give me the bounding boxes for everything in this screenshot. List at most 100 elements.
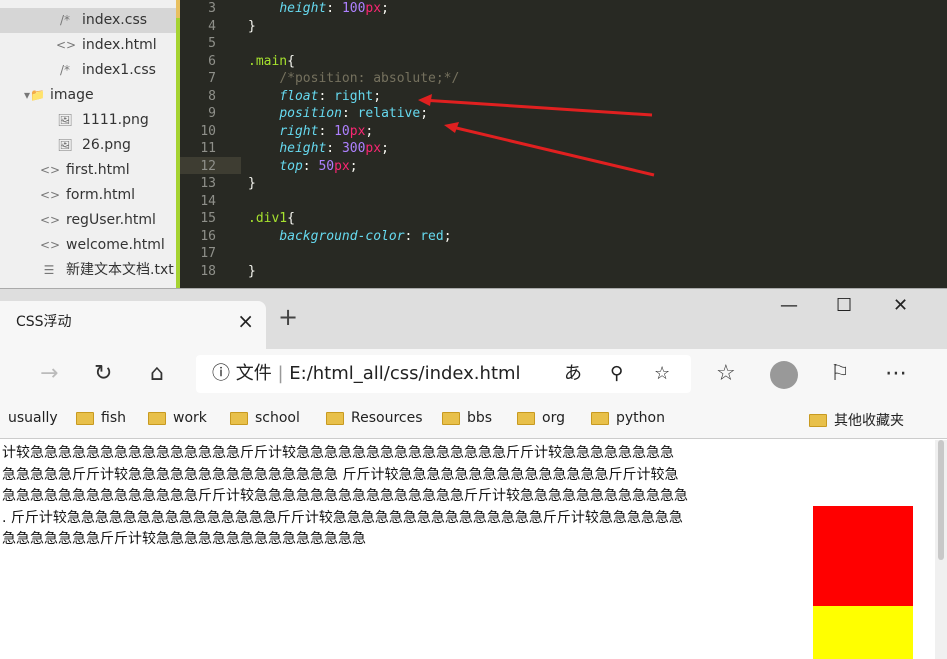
code-editor[interactable]: 3 height: 100px; 4} 5 6 .main{7 /*position: … — [180, 0, 947, 288]
line-number: 13 — [200, 176, 216, 191]
read-aloud-icon[interactable]: あ — [564, 355, 582, 393]
home-icon[interactable]: ⌂ — [150, 361, 164, 386]
file-item[interactable]: /* index.css — [0, 8, 176, 33]
file-label: 26.png — [82, 137, 131, 153]
bookmark-label: fish — [101, 410, 126, 426]
code-line: float: right; — [279, 88, 382, 104]
file-item[interactable]: ▾📁 image — [0, 83, 176, 108]
code-line: top: 50px; — [279, 158, 358, 174]
folder-icon — [442, 411, 460, 425]
file-item[interactable]: 🖼 1111.png — [0, 108, 176, 133]
tab-css-float[interactable]: CSS浮动 × — [0, 301, 266, 349]
bookmark-label: work — [173, 410, 207, 426]
code-line: /*position: absolute;*/ — [279, 71, 460, 86]
favorites-icon[interactable]: ☆ — [716, 361, 736, 386]
zoom-icon[interactable]: ⚲ — [610, 355, 623, 393]
scrollbar[interactable] — [935, 440, 947, 659]
line-number: 9 — [208, 106, 216, 121]
bookmark-bbs[interactable]: bbs — [442, 410, 492, 426]
file-label: index1.css — [82, 62, 156, 78]
line-number: 17 — [200, 246, 216, 261]
file-item[interactable]: 🖼 26.png — [0, 133, 176, 158]
address-prefix: 文件 — [235, 363, 272, 384]
line-number: 11 — [200, 141, 216, 156]
file-item[interactable]: <> regUser.html — [0, 208, 176, 233]
other-bookmarks[interactable]: 其他收藏夹 — [809, 410, 904, 430]
bookmark-usually[interactable]: usually — [8, 410, 58, 426]
info-icon: ⓘ — [212, 363, 236, 384]
line-number: 3 — [208, 1, 216, 16]
avatar[interactable] — [770, 361, 798, 389]
address-url: E:/html_all/css/index.html — [289, 363, 521, 384]
line-number: 7 — [208, 71, 216, 86]
<>-icon: <> — [40, 238, 61, 252]
file-label: welcome.html — [66, 237, 165, 253]
text-line: 急急急急急急急斤斤计较急急急急急急急急急急急急急急急 — [2, 531, 366, 547]
code-line: position: relative; — [279, 106, 429, 121]
code-line: } — [248, 263, 256, 279]
code-line: height: 300px; — [279, 141, 389, 156]
feedback-icon[interactable]: ⚐ — [830, 361, 850, 386]
code-line: height: 100px; — [279, 1, 389, 16]
red-box — [813, 506, 913, 606]
file-item[interactable]: <> index.html — [0, 33, 176, 58]
image-icon: 🖼 — [57, 113, 73, 127]
refresh-icon[interactable]: ↻ — [94, 361, 112, 386]
bookmark-label: 其他收藏夹 — [834, 413, 904, 429]
page-text: 计较急急急急急急急急急急急急急急急斤斤计较急急急急急急急急急急急急急急急斤斤计较… — [2, 443, 777, 551]
bookmark-org[interactable]: org — [517, 410, 565, 426]
file-tree: /* index.css <> index.html /* index1.css ▾📁 ima… — [0, 0, 176, 288]
bookmark-fish[interactable]: fish — [76, 410, 126, 426]
text-line: . 斤斤计较急急急急急急急急急急急急急急急斤斤计较急急急急急急急急急急急急急急急… — [2, 509, 683, 526]
folder-icon — [326, 411, 344, 425]
<>-icon: <> — [40, 163, 61, 177]
<>-icon: <> — [40, 188, 61, 202]
code-line: .main{ — [248, 53, 295, 69]
file-label: form.html — [66, 187, 135, 203]
text-line: 急急急急急斤斤计较急急急急急急急急急急急急急急急 斤斤计较急急急急急急急急急急急… — [2, 466, 679, 483]
<>-icon: <> — [56, 38, 77, 52]
code-line: } — [248, 176, 256, 191]
forward-icon[interactable]: → — [40, 361, 58, 386]
folder-icon — [76, 411, 94, 425]
text-icon: ☰ — [43, 263, 55, 277]
minimize-icon[interactable]: — — [780, 295, 798, 316]
maximize-icon[interactable]: ☐ — [836, 295, 852, 316]
file-label: first.html — [66, 162, 130, 178]
<>-icon: <> — [40, 213, 61, 227]
close-window-icon[interactable]: ✕ — [893, 295, 908, 316]
line-number: 4 — [208, 18, 216, 34]
line-number: 10 — [200, 123, 216, 139]
folder-icon — [591, 411, 609, 425]
bookmark-label: bbs — [467, 410, 493, 426]
bookmark-resources[interactable]: Resources — [326, 410, 423, 426]
bookmark-school[interactable]: school — [230, 410, 300, 426]
folder-icon — [517, 411, 535, 425]
file-label: image — [50, 87, 94, 103]
/*-icon: /* — [59, 13, 71, 27]
file-item[interactable]: <> form.html — [0, 183, 176, 208]
text-line: 急急急急急急急急急急急急急急斤斤计较急急急急急急急急急急急急急急急斤斤计较急急急… — [2, 488, 688, 504]
more-icon[interactable]: ⋯ — [885, 361, 907, 386]
file-label: regUser.html — [66, 212, 156, 228]
close-tab-icon[interactable]: × — [237, 309, 254, 333]
file-label: 新建文本文档.txt — [66, 262, 174, 278]
code-line: } — [248, 18, 256, 34]
bookmark-label: python — [616, 410, 665, 426]
tab-title: CSS浮动 — [16, 314, 72, 330]
file-item[interactable]: <> welcome.html — [0, 233, 176, 258]
file-item[interactable]: <> first.html — [0, 158, 176, 183]
new-tab-icon[interactable]: + — [278, 303, 298, 331]
folder-icon — [148, 411, 166, 425]
bookmark-python[interactable]: python — [591, 410, 665, 426]
image-icon: 🖼 — [57, 138, 73, 152]
line-number: 14 — [200, 193, 216, 209]
file-item[interactable]: ☰ 新建文本文档.txt — [0, 258, 176, 283]
bookmark-work[interactable]: work — [148, 410, 207, 426]
file-item[interactable]: /* index1.css — [0, 58, 176, 83]
favorite-star-icon[interactable]: ☆ — [654, 355, 670, 393]
line-number: 18 — [200, 263, 216, 279]
address-bar[interactable]: ⓘ 文件 | E:/html_all/css/index.html あ ⚲ ☆ — [196, 355, 691, 393]
file-label: index.css — [82, 12, 148, 28]
line-number: 5 — [208, 36, 216, 51]
